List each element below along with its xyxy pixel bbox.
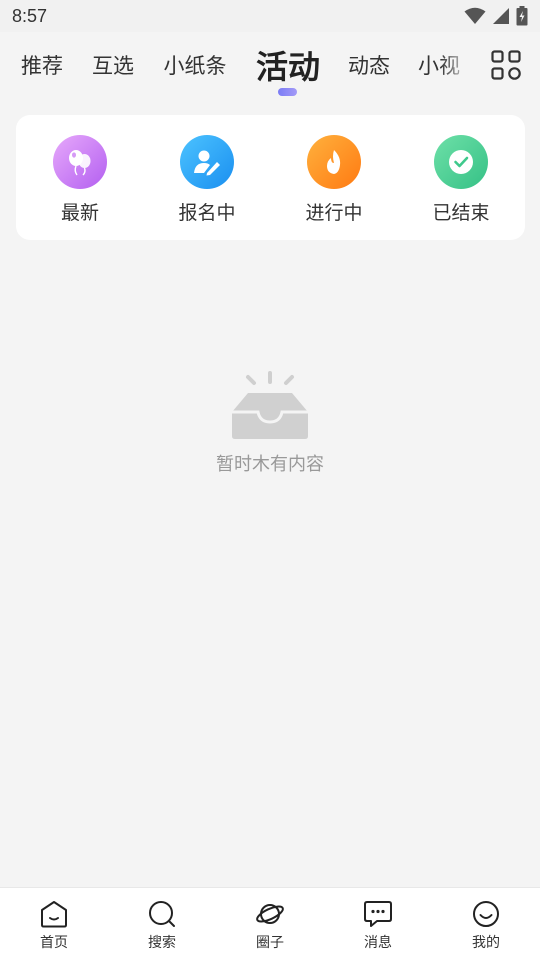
category-label: 报名中 (178, 202, 236, 224)
nav-messages[interactable]: 消息 (324, 888, 432, 960)
check-icon (434, 135, 488, 189)
bottom-navigation: 首页 搜索 圈子 消息 我的 (0, 887, 540, 960)
category-label: 已结束 (432, 202, 490, 224)
nav-home[interactable]: 首页 (0, 888, 108, 960)
tab-notes[interactable]: 小纸条 (162, 32, 228, 98)
battery-charging-icon (516, 6, 528, 26)
nav-label: 搜索 (148, 935, 176, 951)
category-ended[interactable]: 已结束 (406, 135, 516, 225)
planet-icon (256, 904, 284, 924)
activity-category-card: 最新 报名中 进行中 已结束 (16, 115, 525, 240)
tab-menu-button[interactable] (491, 50, 521, 80)
balloons-icon (53, 135, 107, 189)
nav-label: 圈子 (256, 935, 284, 951)
status-bar: 8:57 (0, 0, 540, 32)
empty-state: 暂时木有内容 (0, 370, 540, 476)
flame-icon (307, 135, 361, 189)
empty-state-text: 暂时木有内容 (216, 454, 324, 475)
chat-icon (364, 901, 392, 927)
empty-tray-icon (232, 371, 308, 439)
nav-search[interactable]: 搜索 (108, 888, 216, 960)
nav-circle[interactable]: 圈子 (216, 888, 324, 960)
status-time: 8:57 (12, 5, 48, 26)
status-icons (464, 6, 528, 26)
home-icon (41, 901, 67, 928)
signal-icon (493, 8, 509, 24)
smile-icon (473, 901, 499, 927)
wifi-icon (464, 7, 486, 24)
nav-mine[interactable]: 我的 (432, 888, 540, 960)
active-tab-indicator (278, 88, 297, 96)
user-edit-icon (180, 135, 234, 189)
category-label: 最新 (60, 202, 99, 224)
category-ongoing[interactable]: 进行中 (279, 135, 389, 225)
nav-label: 消息 (364, 935, 392, 951)
tab-moments[interactable]: 动态 (347, 32, 391, 98)
nav-label: 首页 (40, 935, 68, 951)
category-registering[interactable]: 报名中 (152, 135, 262, 225)
category-label: 进行中 (305, 202, 363, 224)
tab-recommend[interactable]: 推荐 (20, 32, 64, 98)
tab-mutual-select[interactable]: 互选 (91, 32, 135, 98)
search-icon (149, 901, 175, 927)
grid-icon (491, 50, 521, 80)
tab-fade (440, 32, 480, 98)
nav-label: 我的 (472, 935, 500, 951)
category-latest[interactable]: 最新 (25, 135, 135, 225)
top-tab-bar: 推荐 互选 小纸条 活动 动态 小视 (0, 32, 540, 102)
